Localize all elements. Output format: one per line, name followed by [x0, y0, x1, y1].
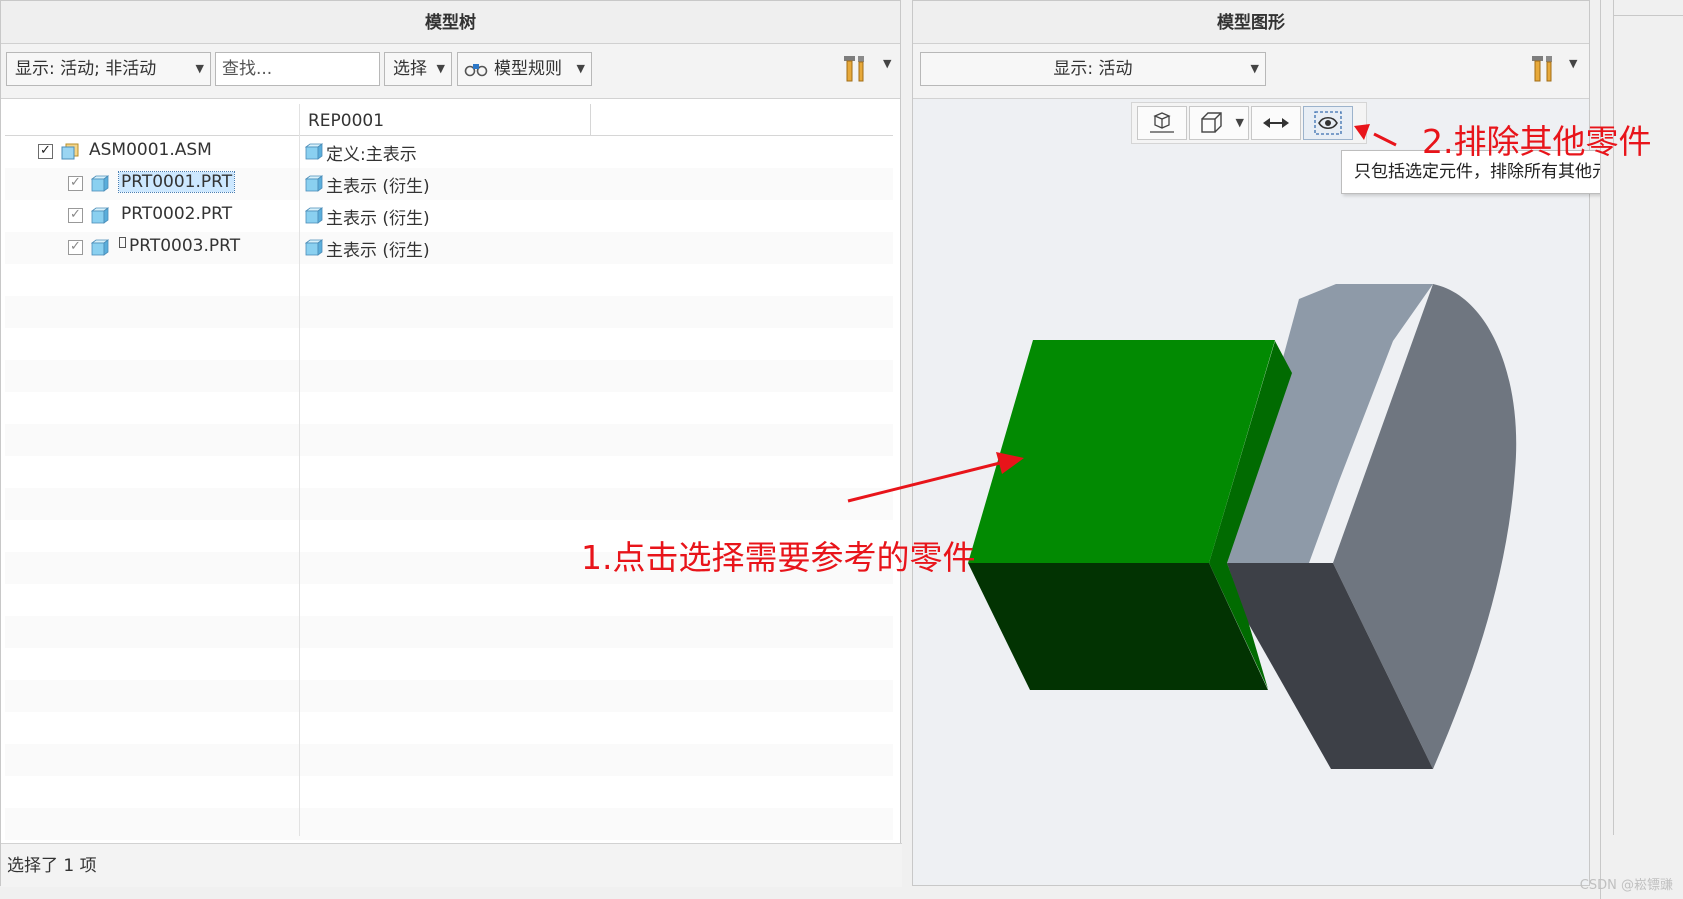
empty-row	[5, 296, 893, 328]
column-divider[interactable]	[299, 104, 300, 836]
settings-tools-icon[interactable]	[1529, 54, 1557, 84]
display-filter-label: 显示: 活动; 非活动	[15, 59, 157, 79]
graphics-display-label: 显示: 活动	[1053, 59, 1133, 79]
model-tree-title: 模型树	[1, 1, 900, 44]
chevron-down-icon[interactable]: ▼	[1569, 57, 1577, 70]
status-marker-icon	[119, 237, 126, 248]
rep-cell: 定义:主表示	[326, 145, 417, 165]
eye-icon	[1314, 111, 1342, 135]
chevron-down-icon: ▼	[1250, 62, 1259, 75]
view-orient-button[interactable]	[1137, 106, 1187, 140]
table-row[interactable]: ✓ ASM0001.ASM 定义:主表示	[5, 136, 893, 168]
part-rep-icon	[305, 175, 323, 192]
part-rep-icon	[305, 239, 323, 256]
status-bar: 选择了 1 项	[1, 843, 902, 887]
checkbox[interactable]: ✓	[68, 208, 83, 223]
tree-item-label: PRT0003.PRT	[129, 236, 241, 256]
checkbox[interactable]: ✓	[68, 240, 83, 255]
tree-item-label: ASM0001.ASM	[89, 140, 212, 160]
model-tree-panel: 模型树 显示: 活动; 非活动 ▼ 查找... 选择 ▼ 模型规则 ▼ ▼ RE…	[0, 0, 902, 887]
graphics-display-combo[interactable]: 显示: 活动 ▼	[920, 52, 1266, 86]
chevron-down-icon[interactable]: ▼	[883, 57, 891, 70]
watermark: CSDN @崧镖豏	[1579, 878, 1673, 893]
model-graphics-toolbar: 显示: 活动 ▼ ▼	[913, 44, 1589, 99]
table-row[interactable]: ✓ PRT0001.PRT 主表示 (衍生)	[5, 168, 893, 200]
display-filter-combo[interactable]: 显示: 活动; 非活动 ▼	[6, 52, 211, 86]
binoculars-icon	[464, 64, 488, 77]
rep-column-label: REP0001	[308, 111, 385, 131]
model-tree: REP0001 ✓ ASM0001.ASM 定义:主表示 ✓ PRT0001.P…	[5, 104, 893, 840]
table-row[interactable]: ✓ PRT0003.PRT 主表示 (衍生)	[5, 232, 893, 264]
double-arrow-icon	[1263, 118, 1289, 128]
table-row[interactable]: ✓ PRT0002.PRT 主表示 (衍生)	[5, 200, 893, 232]
cube-orient-icon	[1150, 112, 1174, 133]
rep-column-header[interactable]: REP0001	[299, 104, 591, 136]
annotation-step1: 1.点击选择需要参考的零件	[581, 538, 976, 577]
model-rules-label: 模型规则	[494, 59, 562, 79]
fit-button[interactable]	[1251, 106, 1301, 140]
empty-row	[5, 360, 893, 392]
empty-row	[5, 616, 893, 648]
model-graphics-title: 模型图形	[913, 1, 1589, 44]
edge-divider	[1613, 0, 1683, 16]
search-placeholder: 查找...	[222, 59, 273, 79]
rep-cell: 主表示 (衍生)	[326, 177, 430, 197]
block-part[interactable]	[968, 340, 1292, 690]
chevron-down-icon: ▼	[195, 62, 204, 75]
checkbox[interactable]: ✓	[68, 176, 83, 191]
empty-row	[5, 680, 893, 712]
exclude-others-button[interactable]	[1303, 106, 1353, 140]
model-tree-toolbar: 显示: 活动; 非活动 ▼ 查找... 选择 ▼ 模型规则 ▼ ▼	[1, 44, 900, 99]
model-viewport[interactable]	[913, 99, 1589, 885]
rep-cell: 主表示 (衍生)	[326, 241, 430, 261]
part-icon	[91, 175, 109, 192]
tree-item-label: PRT0002.PRT	[121, 204, 233, 224]
assembly-icon	[61, 143, 79, 160]
select-combo[interactable]: 选择 ▼	[384, 52, 452, 86]
chevron-down-icon[interactable]: ▼	[1236, 116, 1244, 129]
selection-status: 选择了 1 项	[7, 856, 97, 876]
part-rep-icon	[305, 143, 323, 160]
part-icon	[91, 207, 109, 224]
chevron-down-icon: ▼	[576, 62, 585, 75]
settings-tools-icon[interactable]	[841, 54, 869, 84]
view-toolbar: ▼	[1131, 102, 1367, 144]
search-input[interactable]: 查找...	[215, 52, 380, 86]
checkbox[interactable]: ✓	[38, 144, 53, 159]
empty-row	[5, 424, 893, 456]
select-label: 选择	[393, 59, 427, 79]
empty-row	[5, 488, 893, 520]
empty-column-header	[590, 104, 893, 136]
empty-row	[5, 744, 893, 776]
part-rep-icon	[305, 207, 323, 224]
wireframe-box-icon	[1201, 112, 1222, 133]
display-style-button[interactable]: ▼	[1189, 106, 1249, 140]
tree-item-label: PRT0001.PRT	[117, 171, 236, 193]
empty-row	[5, 808, 893, 840]
tree-column-header[interactable]	[5, 104, 300, 136]
model-rules-button[interactable]: 模型规则 ▼	[457, 52, 592, 86]
annotation-step2: 2.排除其他零件	[1422, 122, 1652, 161]
part-icon	[91, 239, 109, 256]
chevron-down-icon: ▼	[436, 62, 445, 75]
rep-cell: 主表示 (衍生)	[326, 209, 430, 229]
